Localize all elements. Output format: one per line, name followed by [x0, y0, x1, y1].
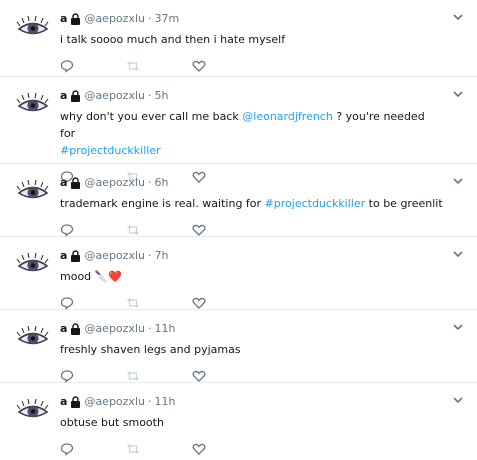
heart-icon[interactable]	[192, 296, 206, 310]
separator-dot: ·	[147, 249, 152, 262]
display-name[interactable]: a	[60, 320, 67, 338]
tweet-text-content: freshly shaven legs and pyjamas	[60, 343, 241, 356]
mention-link[interactable]: @leonardjfrench	[242, 110, 333, 123]
lock-icon	[70, 250, 81, 262]
timeline: a @aepozxlu · 37m i talk soooo much and …	[0, 0, 477, 456]
retweet-icon[interactable]	[126, 442, 140, 456]
handle[interactable]: @aepozxlu	[84, 87, 145, 105]
lock-icon	[70, 13, 81, 25]
tweet-text-content: to be greenlit	[365, 197, 443, 210]
retweet-icon[interactable]	[126, 59, 140, 73]
heart-icon[interactable]	[192, 223, 206, 237]
chevron-down-icon[interactable]	[451, 10, 465, 24]
separator-dot: ·	[147, 12, 152, 25]
tweet[interactable]: a @aepozxlu · 5h why don't you ever call…	[0, 77, 477, 184]
avatar[interactable]	[16, 89, 50, 123]
timestamp[interactable]: 5h	[154, 87, 168, 105]
tweet[interactable]: a @aepozxlu · 11h obtuse but smooth	[0, 383, 477, 456]
avatar[interactable]	[16, 395, 50, 429]
lock-icon	[70, 90, 81, 102]
chevron-down-icon[interactable]	[451, 174, 465, 188]
tweet-text: freshly shaven legs and pyjamas	[60, 341, 443, 358]
display-name[interactable]: a	[60, 10, 67, 28]
heart-icon[interactable]	[192, 369, 206, 383]
chevron-down-icon[interactable]	[451, 247, 465, 261]
timestamp[interactable]: 7h	[154, 247, 168, 265]
reply-icon[interactable]	[60, 296, 74, 310]
tweet-text: mood 🔪❤️	[60, 268, 443, 285]
tweet-text: obtuse but smooth	[60, 414, 443, 431]
tweet-actions	[60, 438, 443, 460]
separator-dot: ·	[147, 322, 152, 335]
tweet-text: i talk soooo much and then i hate myself	[60, 31, 443, 48]
tweet-header: a @aepozxlu · 7h	[60, 247, 443, 265]
handle[interactable]: @aepozxlu	[84, 174, 145, 192]
retweet-icon[interactable]	[126, 369, 140, 383]
display-name[interactable]: a	[60, 247, 67, 265]
tweet[interactable]: a @aepozxlu · 37m i talk soooo much and …	[0, 0, 477, 77]
tweet[interactable]: a @aepozxlu · 6h trademark engine is rea…	[0, 164, 477, 237]
hashtag-link[interactable]: #projectduckkiller	[265, 197, 366, 210]
tweet-header: a @aepozxlu · 11h	[60, 320, 443, 338]
chevron-down-icon[interactable]	[451, 393, 465, 407]
display-name[interactable]: a	[60, 393, 67, 411]
reply-icon[interactable]	[60, 59, 74, 73]
tweet-header: a @aepozxlu · 5h	[60, 87, 443, 105]
tweet-text-content: obtuse but smooth	[60, 416, 164, 429]
timestamp[interactable]: 11h	[154, 393, 175, 411]
display-name[interactable]: a	[60, 174, 67, 192]
tweet[interactable]: a @aepozxlu · 7h mood 🔪❤️	[0, 237, 477, 310]
tweet-text-content: i talk soooo much and then i hate myself	[60, 33, 286, 46]
display-name[interactable]: a	[60, 87, 67, 105]
handle[interactable]: @aepozxlu	[84, 320, 145, 338]
reply-icon[interactable]	[60, 369, 74, 383]
tweet-header: a @aepozxlu · 11h	[60, 393, 443, 411]
heart-icon[interactable]	[192, 59, 206, 73]
tweet-text-content: mood	[60, 270, 92, 283]
retweet-icon[interactable]	[126, 223, 140, 237]
tweet-header: a @aepozxlu · 37m	[60, 10, 443, 28]
tweet-header: a @aepozxlu · 6h	[60, 174, 443, 192]
handle[interactable]: @aepozxlu	[84, 393, 145, 411]
timestamp[interactable]: 6h	[154, 174, 168, 192]
separator-dot: ·	[147, 395, 152, 408]
tweet-text: trademark engine is real. waiting for #p…	[60, 195, 443, 212]
lock-icon	[70, 396, 81, 408]
tweet-actions	[60, 55, 443, 77]
handle[interactable]: @aepozxlu	[84, 247, 145, 265]
tweet-text-content: why don't you ever call me back	[60, 110, 243, 123]
separator-dot: ·	[147, 176, 152, 189]
reply-icon[interactable]	[60, 442, 74, 456]
avatar[interactable]	[16, 322, 50, 356]
reply-icon[interactable]	[60, 223, 74, 237]
tweet-text-content: trademark engine is real. waiting for	[60, 197, 265, 210]
emoji: 🔪❤️	[94, 270, 123, 283]
tweet[interactable]: a @aepozxlu · 11h freshly shaven legs an…	[0, 310, 477, 383]
lock-icon	[70, 323, 81, 335]
timestamp[interactable]: 11h	[154, 320, 175, 338]
hashtag-link[interactable]: #projectduckkiller	[60, 144, 161, 157]
chevron-down-icon[interactable]	[451, 320, 465, 334]
lock-icon	[70, 177, 81, 189]
heart-icon[interactable]	[192, 442, 206, 456]
avatar[interactable]	[16, 249, 50, 283]
retweet-icon[interactable]	[126, 296, 140, 310]
tweet-text: why don't you ever call me back @leonard…	[60, 108, 443, 159]
timestamp[interactable]: 37m	[154, 10, 179, 28]
avatar[interactable]	[16, 176, 50, 210]
chevron-down-icon[interactable]	[451, 87, 465, 101]
separator-dot: ·	[147, 89, 152, 102]
handle[interactable]: @aepozxlu	[84, 10, 145, 28]
avatar[interactable]	[16, 12, 50, 46]
